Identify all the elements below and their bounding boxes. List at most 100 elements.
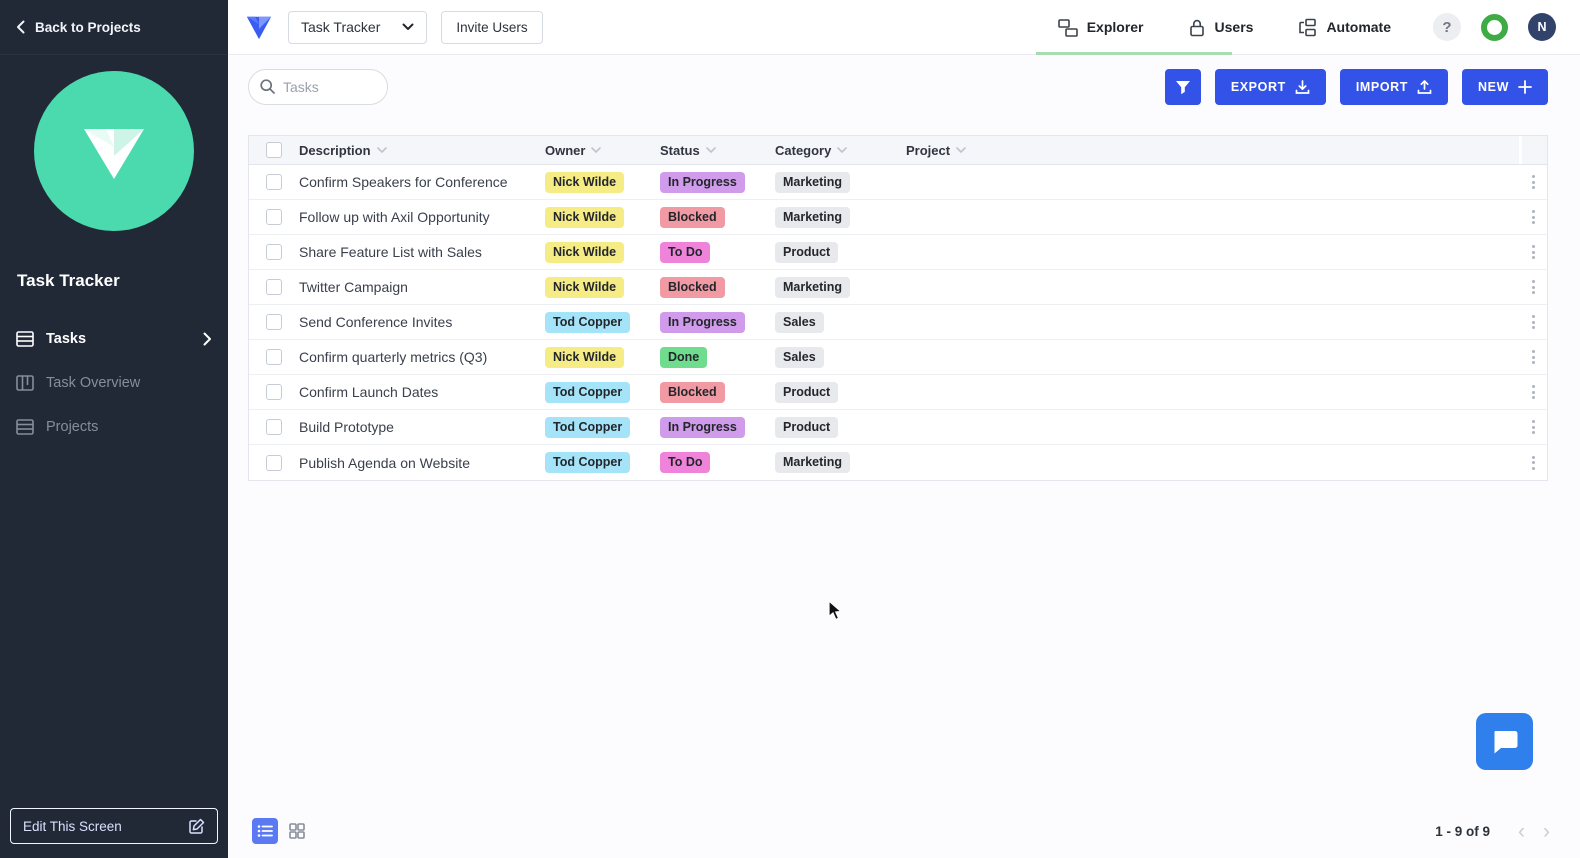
row-checkbox[interactable] xyxy=(266,454,282,471)
import-button[interactable]: IMPORT xyxy=(1339,69,1449,105)
column-header-status[interactable]: Status xyxy=(660,136,775,164)
builder-logo-icon xyxy=(246,16,272,40)
table-row[interactable]: Confirm Speakers for Conference Nick Wil… xyxy=(249,165,1547,200)
table-row[interactable]: Publish Agenda on Website Tod Copper To … xyxy=(249,445,1547,480)
row-menu-button[interactable] xyxy=(1519,210,1547,224)
sidebar-item-tasks[interactable]: Tasks xyxy=(0,317,228,361)
row-checkbox-cell xyxy=(249,384,299,400)
chevron-down-icon xyxy=(402,23,414,30)
grid-view-toggle[interactable] xyxy=(284,818,310,844)
owner-badge: Nick Wilde xyxy=(545,241,625,263)
pagination-range: 1 - 9 of 9 xyxy=(1435,823,1490,839)
row-checkbox-cell xyxy=(249,454,299,471)
task-description: Share Feature List with Sales xyxy=(299,244,482,260)
task-description: Follow up with Axil Opportunity xyxy=(299,209,490,225)
column-header-owner[interactable]: Owner xyxy=(545,136,660,164)
list-view-toggle[interactable] xyxy=(252,818,278,844)
sort-chevron-icon xyxy=(591,147,602,153)
sidebar-item-task-overview[interactable]: Task Overview xyxy=(0,361,228,405)
owner-cell: Tod Copper xyxy=(545,416,660,438)
category-cell: Marketing xyxy=(775,276,906,298)
category-badge: Product xyxy=(775,381,839,403)
back-to-projects-button[interactable]: Back to Projects xyxy=(0,0,228,55)
table-row[interactable]: Confirm quarterly metrics (Q3) Nick Wild… xyxy=(249,340,1547,375)
filter-button[interactable] xyxy=(1164,69,1201,105)
table-header-row: Description Owner Status Category Projec… xyxy=(249,136,1547,165)
category-cell: Product xyxy=(775,241,906,263)
table-icon xyxy=(16,419,34,435)
row-checkbox[interactable] xyxy=(266,349,282,365)
owner-cell: Tod Copper xyxy=(545,311,660,333)
toolbar: EXPORT IMPORT NEW xyxy=(228,55,1580,105)
row-menu-button[interactable] xyxy=(1519,280,1547,294)
status-cell: Done xyxy=(660,346,775,368)
edit-screen-label: Edit This Screen xyxy=(23,818,122,834)
table-row[interactable]: Build Prototype Tod Copper In Progress P… xyxy=(249,410,1547,445)
category-badge: Sales xyxy=(775,346,824,368)
owner-badge: Tod Copper xyxy=(545,416,631,438)
new-button[interactable]: NEW xyxy=(1462,69,1548,105)
row-checkbox[interactable] xyxy=(266,419,282,435)
row-menu-button[interactable] xyxy=(1519,315,1547,329)
row-checkbox[interactable] xyxy=(266,209,282,225)
edit-this-screen-button[interactable]: Edit This Screen xyxy=(10,808,218,844)
status-badge: Blocked xyxy=(660,381,725,403)
row-checkbox-cell xyxy=(249,279,299,295)
row-checkbox[interactable] xyxy=(266,314,282,330)
owner-cell: Tod Copper xyxy=(545,452,660,473)
export-button[interactable]: EXPORT xyxy=(1214,69,1326,105)
category-cell: Marketing xyxy=(775,206,906,228)
table-row[interactable]: Send Conference Invites Tod Copper In Pr… xyxy=(249,305,1547,340)
table-row[interactable]: Follow up with Axil Opportunity Nick Wil… xyxy=(249,200,1547,235)
chat-widget-button[interactable] xyxy=(1476,713,1533,770)
tab-automate[interactable]: Automate xyxy=(1297,0,1391,54)
category-cell: Marketing xyxy=(775,171,906,193)
category-badge: Sales xyxy=(775,311,824,333)
help-button[interactable]: ? xyxy=(1433,13,1461,41)
owner-cell: Nick Wilde xyxy=(545,206,660,228)
fox-logo-icon xyxy=(84,129,144,179)
row-menu-button[interactable] xyxy=(1519,350,1547,364)
select-all-checkbox[interactable] xyxy=(266,142,282,158)
table-row[interactable]: Share Feature List with Sales Nick Wilde… xyxy=(249,235,1547,270)
category-badge: Product xyxy=(775,416,839,438)
table-row[interactable]: Confirm Launch Dates Tod Copper Blocked … xyxy=(249,375,1547,410)
filter-funnel-icon xyxy=(1175,80,1190,94)
column-header-category[interactable]: Category xyxy=(775,136,906,164)
row-menu-button[interactable] xyxy=(1519,245,1547,259)
row-checkbox-cell xyxy=(249,244,299,260)
status-cell: Blocked xyxy=(660,381,775,403)
sidebar-item-projects[interactable]: Projects xyxy=(0,405,228,449)
user-avatar[interactable]: N xyxy=(1528,13,1556,41)
row-checkbox[interactable] xyxy=(266,244,282,260)
column-label: Category xyxy=(775,142,832,158)
column-label: Project xyxy=(906,142,951,158)
row-menu-button[interactable] xyxy=(1519,385,1547,399)
owner-cell: Tod Copper xyxy=(545,381,660,403)
task-description: Send Conference Invites xyxy=(299,314,453,330)
row-checkbox-cell xyxy=(249,314,299,330)
tab-explorer[interactable]: Explorer xyxy=(1057,0,1144,54)
app-select-dropdown[interactable]: Task Tracker xyxy=(288,10,428,44)
invite-users-button[interactable]: Invite Users xyxy=(441,10,543,44)
tab-users[interactable]: Users xyxy=(1188,0,1253,54)
row-menu-button[interactable] xyxy=(1519,420,1547,434)
sidebar: Back to Projects Task Tracker Tasks Task… xyxy=(0,0,228,858)
column-header-description[interactable]: Description xyxy=(299,136,545,164)
row-checkbox[interactable] xyxy=(266,279,282,295)
row-checkbox[interactable] xyxy=(266,174,282,190)
row-menu-button[interactable] xyxy=(1519,175,1547,189)
next-page-button[interactable]: › xyxy=(1543,821,1550,842)
owner-badge: Tod Copper xyxy=(545,311,631,333)
category-cell: Marketing xyxy=(775,452,906,473)
row-menu-button[interactable] xyxy=(1519,455,1547,470)
row-checkbox[interactable] xyxy=(266,384,282,400)
table-row[interactable]: Twitter Campaign Nick Wilde Blocked Mark… xyxy=(249,270,1547,305)
status-badge: Blocked xyxy=(660,276,725,298)
category-cell: Product xyxy=(775,416,906,438)
prev-page-button[interactable]: ‹ xyxy=(1518,821,1525,842)
status-ring-indicator[interactable] xyxy=(1481,13,1508,41)
column-header-project[interactable]: Project xyxy=(906,136,1519,164)
owner-badge: Nick Wilde xyxy=(545,346,625,368)
list-view-icon xyxy=(257,825,273,837)
